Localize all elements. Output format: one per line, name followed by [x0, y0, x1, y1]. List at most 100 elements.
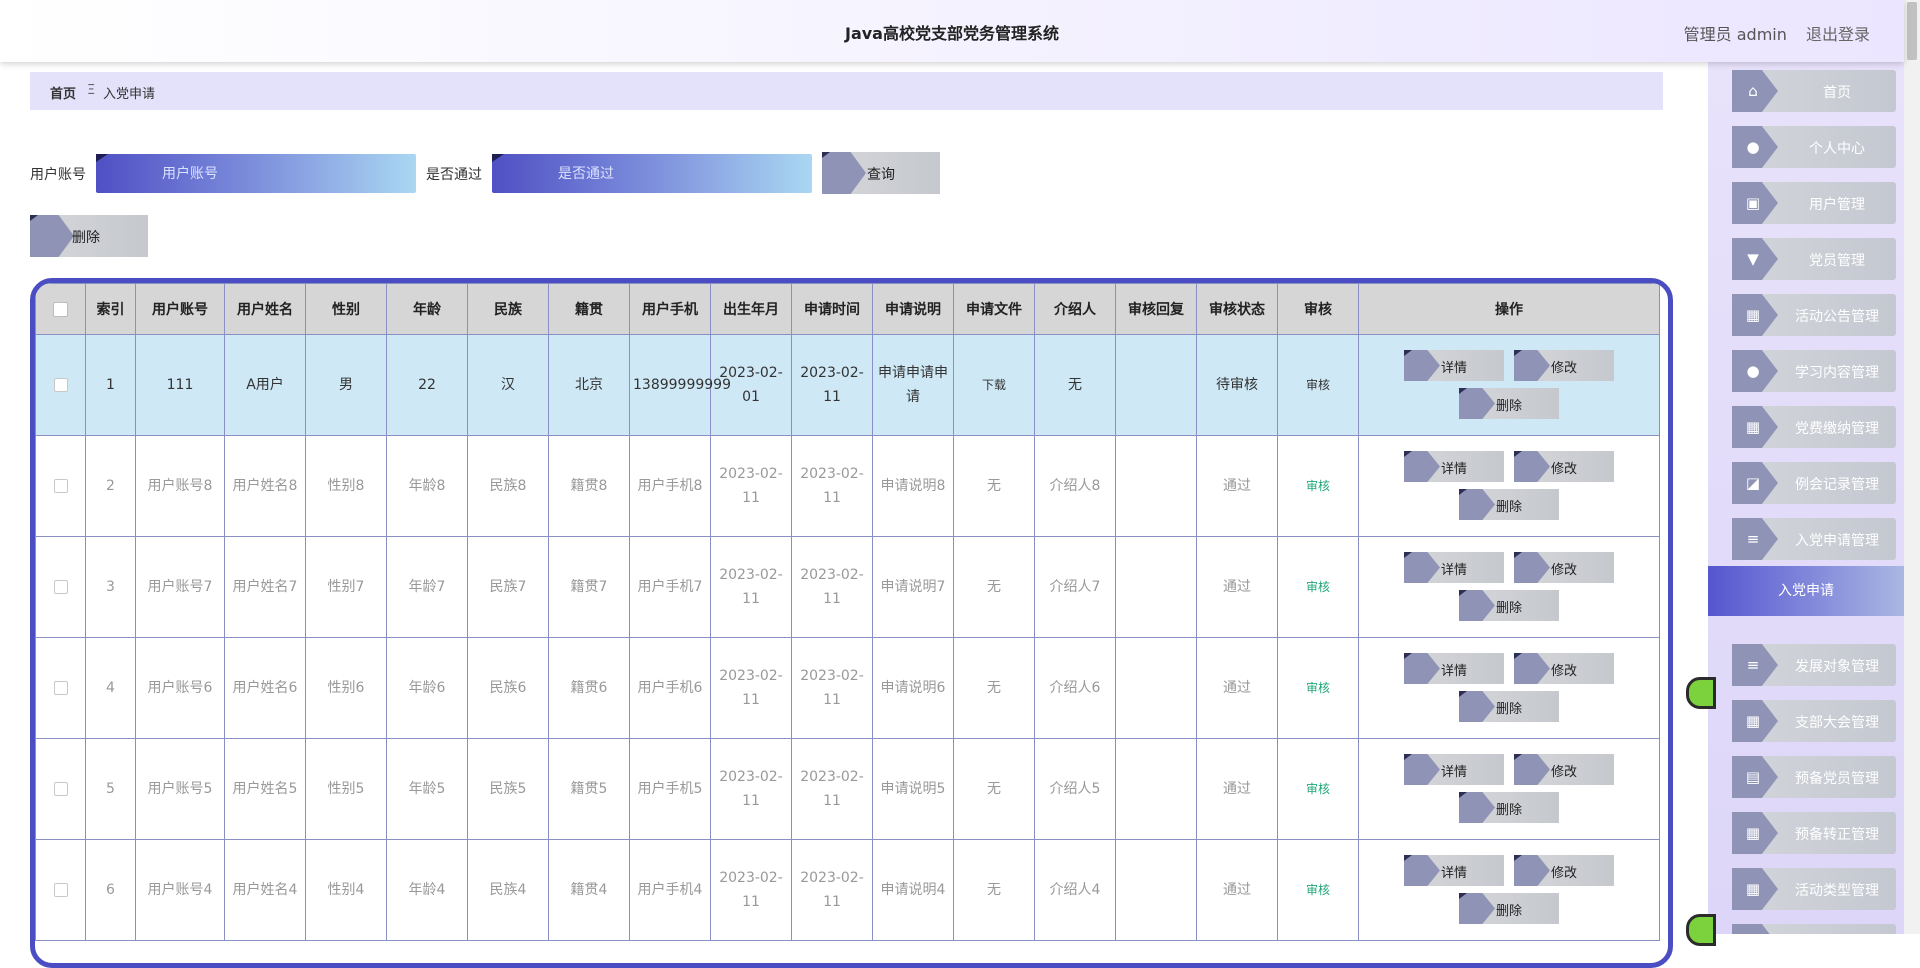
cell-gender: 性别4	[305, 839, 387, 941]
cell-ethnicity: 民族8	[467, 435, 549, 537]
column-header: 民族	[467, 283, 549, 335]
edit-button[interactable]: 修改	[1514, 451, 1614, 482]
table-row[interactable]: 3 用户账号7 用户姓名7 性别7 年龄7 民族7 籍贯7 用户手机7 2023-02-11 20…	[35, 536, 1660, 638]
sidebar-menu: ⌂ 首页 ● 个人中心 ▣ 用户管理 ▼ 党员管理 ▦ 活动公告管理 ● 学习内容管理 ▦ 党费缴纳管理 ◪…	[1708, 62, 1904, 934]
row-select-cell	[35, 536, 86, 638]
row-actions: 详情 修改删除	[1404, 451, 1614, 521]
delete-button[interactable]: 删除	[1459, 691, 1559, 722]
row-actions: 详情 修改删除	[1404, 855, 1614, 925]
cell-status: 通过	[1196, 536, 1278, 638]
sidebar-item[interactable]: ◪ 例会记录管理	[1732, 462, 1896, 504]
sidebar-item[interactable]: ▦ 支部大会管理	[1732, 700, 1896, 742]
briefcase-icon: ▣	[1745, 194, 1761, 212]
sidebar-item[interactable]: ≡ 发展对象管理	[1732, 644, 1896, 686]
sidebar-item[interactable]: ≡ 入党申请管理	[1732, 518, 1896, 560]
cell-actions: 详情 修改删除	[1358, 738, 1660, 840]
detail-button[interactable]: 详情	[1404, 653, 1504, 684]
detail-button[interactable]: 详情	[1404, 754, 1504, 785]
chart-icon: ◪	[1745, 474, 1761, 492]
detail-button[interactable]: 详情	[1404, 350, 1504, 381]
grid-icon: ▦	[1745, 880, 1761, 898]
row-checkbox[interactable]	[53, 479, 68, 493]
cell-file: 无	[953, 738, 1035, 840]
edit-button[interactable]: 修改	[1514, 855, 1614, 886]
sidebar-item[interactable]: ● 个人中心	[1732, 126, 1896, 168]
cell-introducer: 无	[1034, 334, 1116, 436]
edit-button[interactable]: 修改	[1514, 754, 1614, 785]
sidebar-item[interactable]: ▦考核试卷管理	[1732, 924, 1896, 934]
sidebar-item[interactable]: ⌂ 首页	[1732, 70, 1896, 112]
cell-index: 6	[85, 839, 136, 941]
delete-button[interactable]: 删除	[1459, 388, 1559, 419]
sidebar-item[interactable]: ▣ 用户管理	[1732, 182, 1896, 224]
row-checkbox[interactable]	[53, 883, 68, 897]
cell-file[interactable]: 下载	[953, 334, 1035, 436]
table-row[interactable]: 1 111 A用户男 22 汉北京 13899999999 2023-02-01 2023-0…	[35, 334, 1660, 436]
cell-review[interactable]: 审核	[1277, 435, 1359, 537]
edit-button-label: 修改	[1550, 664, 1577, 679]
select-all-checkbox[interactable]	[53, 301, 68, 317]
batch-delete-button[interactable]: 删除	[30, 215, 148, 257]
edit-button[interactable]: 修改	[1514, 350, 1614, 381]
detail-button-label: 详情	[1440, 361, 1467, 376]
cell-ethnicity: 民族6	[467, 637, 549, 739]
sidebar-item[interactable]: ▼ 党员管理	[1732, 238, 1896, 280]
sidebar-item[interactable]: ▦ 活动类型管理	[1732, 868, 1896, 910]
logout-link[interactable]: 退出登录	[1806, 25, 1870, 44]
table-row[interactable]: 6 用户账号4 用户姓名4 性别4 年龄4 民族4 籍贯4 用户手机4 2023-02-11 20…	[35, 839, 1660, 941]
table-row[interactable]: 2 用户账号8 用户姓名8 性别8 年龄8 民族8 籍贯8 用户手机8 2023-02-11 20…	[35, 435, 1660, 537]
breadcrumb-home[interactable]: 首页	[50, 83, 76, 102]
sidebar-item[interactable]: ▦ 活动公告管理	[1732, 294, 1896, 336]
cell-file: 无	[953, 637, 1035, 739]
row-checkbox[interactable]	[53, 782, 68, 796]
column-header: 年龄	[386, 283, 468, 335]
row-checkbox[interactable]	[53, 580, 68, 594]
delete-button[interactable]: 删除	[1459, 893, 1559, 924]
cell-introducer: 介绍人7	[1034, 536, 1116, 638]
delete-button[interactable]: 删除	[1459, 792, 1559, 823]
scrollbar-thumb[interactable]	[1907, 2, 1917, 60]
cell-name: 用户姓名8	[224, 435, 306, 537]
cell-ethnicity: 汉	[467, 334, 549, 436]
table-row[interactable]: 4 用户账号6 用户姓名6 性别6 年龄6 民族6 籍贯6 用户手机6 2023-02-11 20…	[35, 637, 1660, 739]
account-search-input[interactable]	[96, 154, 416, 193]
grid-icon: ▦	[1745, 712, 1761, 730]
cell-gender: 性别5	[305, 738, 387, 840]
cell-review[interactable]: 审核	[1277, 839, 1359, 941]
edit-button-label: 修改	[1550, 462, 1577, 477]
detail-button[interactable]: 详情	[1404, 451, 1504, 482]
cell-age: 年龄5	[386, 738, 468, 840]
delete-button[interactable]: 删除	[1459, 489, 1559, 520]
cell-desc: 申请说明5	[872, 738, 954, 840]
passed-search-input[interactable]	[492, 154, 812, 193]
cell-birth: 2023-02-11	[710, 839, 792, 941]
row-checkbox[interactable]	[53, 378, 68, 392]
cell-review[interactable]: 审核	[1277, 738, 1359, 840]
cell-reply	[1115, 536, 1197, 638]
delete-button[interactable]: 删除	[1459, 590, 1559, 621]
page-scrollbar[interactable]	[1904, 0, 1920, 934]
table-row[interactable]: 5 用户账号5 用户姓名5 性别5 年龄5 民族5 籍贯5 用户手机5 2023-02-11 20…	[35, 738, 1660, 840]
sidebar-item-active[interactable]: 入党申请	[1708, 566, 1904, 616]
cell-actions: 详情 修改删除	[1358, 536, 1660, 638]
query-button[interactable]: 查询	[822, 152, 940, 194]
batch-delete-label: 删除	[72, 230, 100, 246]
cell-review[interactable]: 审核	[1277, 637, 1359, 739]
row-checkbox[interactable]	[53, 681, 68, 695]
row-actions: 详情 修改删除	[1404, 754, 1614, 824]
cell-status: 通过	[1196, 435, 1278, 537]
detail-button[interactable]: 详情	[1404, 552, 1504, 583]
detail-button[interactable]: 详情	[1404, 855, 1504, 886]
sidebar-item[interactable]: ● 学习内容管理	[1732, 350, 1896, 392]
cell-actions: 详情 修改删除	[1358, 637, 1660, 739]
sidebar-item[interactable]: ▦ 党费缴纳管理	[1732, 406, 1896, 448]
edit-button[interactable]: 修改	[1514, 653, 1614, 684]
sidebar-item[interactable]: ▤ 预备党员管理	[1732, 756, 1896, 798]
sidebar-item[interactable]: ▦ 预备转正管理	[1732, 812, 1896, 854]
cell-review[interactable]: 审核	[1277, 536, 1359, 638]
edit-button[interactable]: 修改	[1514, 552, 1614, 583]
cell-status: 通过	[1196, 839, 1278, 941]
cell-review[interactable]: 审核	[1277, 334, 1359, 436]
cell-origin: 籍贯8	[548, 435, 630, 537]
row-actions: 详情 修改删除	[1404, 653, 1614, 723]
